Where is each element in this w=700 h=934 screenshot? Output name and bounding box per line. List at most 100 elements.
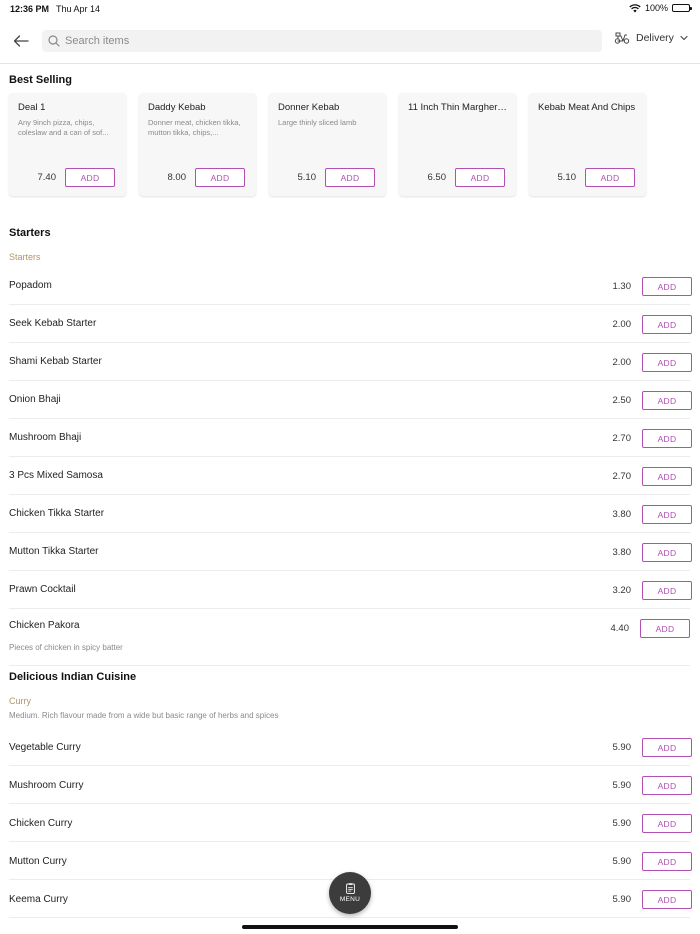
menu-item-row[interactable]: Onion Bhaji 2.50 ADD [9, 381, 692, 419]
add-button[interactable]: ADD [642, 277, 692, 296]
best-selling-card[interactable]: 11 Inch Thin Margherita 6.50 ADD [399, 93, 516, 196]
item-price: 2.70 [612, 471, 632, 482]
add-button[interactable]: ADD [642, 738, 692, 757]
top-bar: Delivery [0, 26, 700, 64]
card-price: 6.50 [427, 172, 447, 183]
item-price: 3.80 [612, 547, 632, 558]
item-name: Seek Kebab Starter [9, 318, 97, 329]
menu-item-row[interactable]: Chicken Pakora Pieces of chicken in spicy… [9, 609, 690, 666]
menu-item-row[interactable]: Mushroom Bhaji 2.70 ADD [9, 419, 692, 457]
battery-percent: 100% [644, 3, 668, 13]
item-price: 2.70 [612, 433, 632, 444]
item-name: Chicken Pakora [9, 620, 80, 631]
menu-item-row[interactable]: Mushroom Curry 5.90 ADD [9, 766, 692, 804]
menu-button-label: MENU [339, 896, 361, 903]
add-button[interactable]: ADD [195, 168, 245, 187]
starters-title: Starters [9, 227, 51, 239]
item-name: Prawn Cocktail [9, 584, 76, 595]
add-button[interactable]: ADD [640, 619, 690, 638]
menu-item-row[interactable]: Mutton Tikka Starter 3.80 ADD [9, 533, 692, 571]
menu-item-row[interactable]: Vegetable Curry 5.90 ADD [9, 728, 692, 766]
item-price: 5.90 [612, 818, 632, 829]
item-name: Chicken Curry [9, 818, 73, 829]
card-name: Daddy Kebab [148, 102, 206, 113]
back-button[interactable] [10, 31, 32, 51]
search-icon [48, 35, 60, 47]
best-selling-card[interactable]: Deal 1 Any 9inch pizza, chips, coleslaw a… [9, 93, 126, 196]
item-price: 3.20 [612, 585, 632, 596]
delivery-selector[interactable]: Delivery [614, 32, 688, 44]
item-name: Mutton Tikka Starter [9, 546, 99, 557]
add-button[interactable]: ADD [642, 890, 692, 909]
item-description: Pieces of chicken in spicy batter [9, 643, 123, 652]
item-price: 2.50 [612, 395, 632, 406]
indian-title: Delicious Indian Cuisine [9, 671, 137, 683]
menu-item-row[interactable]: 3 Pcs Mixed Samosa 2.70 ADD [9, 457, 692, 495]
best-selling-card[interactable]: Kebab Meat And Chips 5.10 ADD [529, 93, 646, 196]
card-description [538, 118, 637, 148]
item-price: 2.00 [612, 357, 632, 368]
add-button[interactable]: ADD [642, 581, 692, 600]
curry-description: Medium. Rich flavour made from a wide bu… [9, 711, 279, 720]
item-name: Mushroom Curry [9, 780, 84, 791]
add-button[interactable]: ADD [642, 315, 692, 334]
item-price: 5.90 [612, 780, 632, 791]
add-button[interactable]: ADD [65, 168, 115, 187]
scooter-icon [614, 32, 630, 44]
card-name: 11 Inch Thin Margherita [408, 102, 507, 113]
item-name: Chicken Tikka Starter [9, 508, 105, 519]
item-name: Mutton Curry [9, 856, 67, 867]
add-button[interactable]: ADD [325, 168, 375, 187]
item-name: Shami Kebab Starter [9, 356, 102, 367]
best-selling-cards: Deal 1 Any 9inch pizza, chips, coleslaw a… [9, 93, 646, 196]
card-description: Large thinly sliced lamb [278, 118, 357, 127]
best-selling-card[interactable]: Donner Kebab Large thinly sliced lamb 5.10… [269, 93, 386, 196]
menu-button[interactable]: MENU [329, 872, 371, 914]
add-button[interactable]: ADD [642, 814, 692, 833]
add-button[interactable]: ADD [642, 467, 692, 486]
add-button[interactable]: ADD [642, 391, 692, 410]
status-right: 100% [629, 3, 692, 13]
battery-icon [672, 4, 692, 12]
status-bar: 12:36 PM Thu Apr 14 100% [0, 0, 700, 18]
item-name: 3 Pcs Mixed Samosa [9, 470, 103, 481]
wifi-icon [629, 3, 641, 12]
status-date: Thu Apr 14 [56, 4, 101, 14]
item-name: Mushroom Bhaji [9, 432, 82, 443]
card-name: Donner Kebab [278, 102, 340, 113]
search-bar[interactable] [42, 30, 602, 52]
item-name: Keema Curry [9, 894, 68, 905]
item-price: 2.00 [612, 319, 632, 330]
card-price: 8.00 [167, 172, 187, 183]
add-button[interactable]: ADD [642, 353, 692, 372]
item-price: 4.40 [610, 623, 630, 634]
menu-item-row[interactable]: Popadom 1.30 ADD [9, 267, 692, 305]
card-price: 5.10 [557, 172, 577, 183]
add-button[interactable]: ADD [642, 429, 692, 448]
item-name: Popadom [9, 280, 52, 291]
card-name: Deal 1 [18, 102, 46, 113]
menu-item-row[interactable]: Prawn Cocktail 3.20 ADD [9, 571, 692, 609]
menu-list-icon [345, 883, 355, 894]
menu-item-row[interactable]: Chicken Curry 5.90 ADD [9, 804, 692, 842]
item-price: 3.80 [612, 509, 632, 520]
add-button[interactable]: ADD [642, 852, 692, 871]
card-description [408, 118, 507, 148]
add-button[interactable]: ADD [642, 505, 692, 524]
best-selling-title: Best Selling [9, 74, 72, 86]
search-input[interactable] [65, 35, 565, 47]
back-arrow-icon [13, 35, 29, 47]
add-button[interactable]: ADD [642, 776, 692, 795]
add-button[interactable]: ADD [455, 168, 505, 187]
item-price: 5.90 [612, 742, 632, 753]
menu-item-row[interactable]: Shami Kebab Starter 2.00 ADD [9, 343, 692, 381]
menu-item-row[interactable]: Seek Kebab Starter 2.00 ADD [9, 305, 692, 343]
item-name: Vegetable Curry [9, 742, 81, 753]
delivery-label: Delivery [636, 32, 674, 44]
menu-item-row[interactable]: Chicken Tikka Starter 3.80 ADD [9, 495, 692, 533]
item-name: Onion Bhaji [9, 394, 61, 405]
card-description: Any 9inch pizza, chips, coleslaw and a c… [18, 118, 109, 137]
best-selling-card[interactable]: Daddy Kebab Donner meat, chicken tikka, m… [139, 93, 256, 196]
add-button[interactable]: ADD [642, 543, 692, 562]
add-button[interactable]: ADD [585, 168, 635, 187]
